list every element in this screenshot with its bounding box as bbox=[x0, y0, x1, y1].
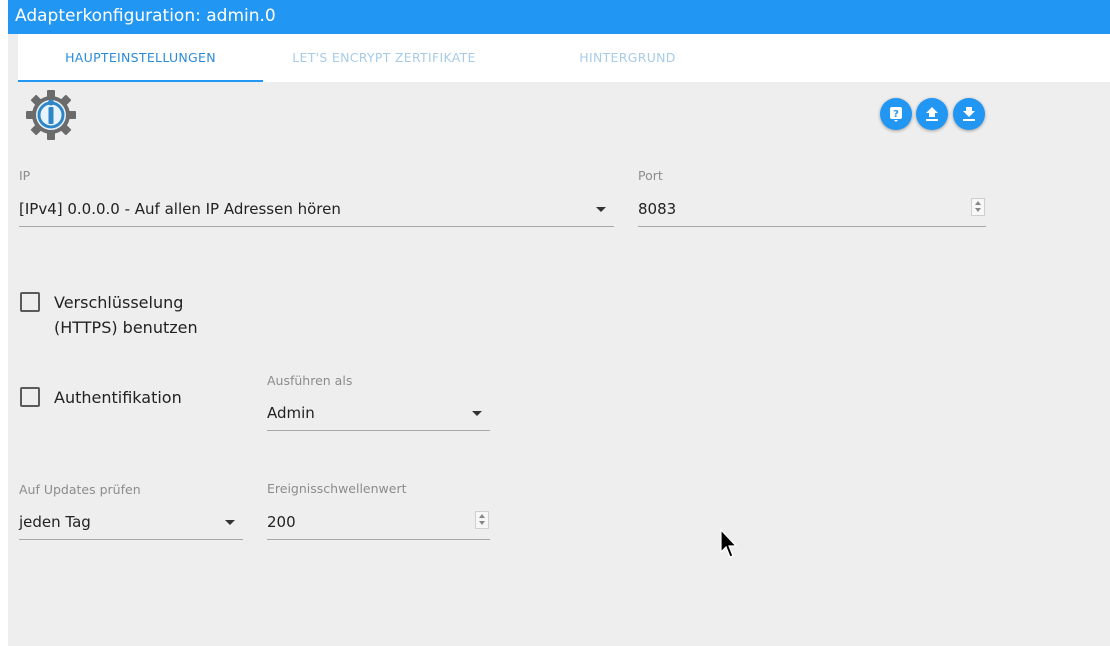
chevron-down-icon bbox=[472, 411, 482, 416]
upload-button[interactable] bbox=[916, 98, 948, 130]
updates-label: Auf Updates prüfen bbox=[19, 482, 141, 497]
chevron-down-icon bbox=[225, 520, 235, 525]
port-input[interactable]: 8083 bbox=[638, 196, 986, 227]
updates-select[interactable]: jeden Tag bbox=[19, 509, 243, 540]
run-as-label: Ausführen als bbox=[267, 373, 353, 388]
adapter-logo-icon bbox=[26, 90, 76, 140]
adapter-config-window: Adapterkonfiguration: admin.0 HAUPTEINST… bbox=[8, 0, 1110, 646]
active-tab-indicator bbox=[18, 80, 263, 82]
upload-icon bbox=[926, 107, 938, 121]
threshold-label: Ereignisschwellenwert bbox=[267, 481, 407, 496]
auth-checkbox-label: Authentifikation bbox=[54, 388, 182, 407]
chevron-down-icon bbox=[596, 207, 606, 212]
tab-hintergrund[interactable]: HINTERGRUND bbox=[505, 34, 750, 82]
download-button[interactable] bbox=[953, 98, 985, 130]
https-checkbox-label: Verschlüsselung (HTTPS) benutzen bbox=[54, 290, 198, 340]
mouse-cursor-icon bbox=[720, 529, 738, 558]
tab-haupteinstellungen[interactable]: HAUPTEINSTELLUNGEN bbox=[18, 34, 263, 82]
threshold-value: 200 bbox=[267, 513, 296, 531]
ip-select-value: [IPv4] 0.0.0.0 - Auf allen IP Adressen h… bbox=[19, 200, 341, 218]
threshold-stepper-icon[interactable] bbox=[475, 511, 489, 529]
svg-text:?: ? bbox=[893, 109, 899, 120]
threshold-input[interactable]: 200 bbox=[267, 509, 490, 540]
port-value: 8083 bbox=[638, 200, 677, 218]
help-icon: ? bbox=[890, 107, 902, 122]
https-label-line1: Verschlüsselung bbox=[54, 293, 184, 312]
tab-bar: HAUPTEINSTELLUNGEN LET'S ENCRYPT ZERTIFI… bbox=[18, 34, 1110, 82]
port-label: Port bbox=[638, 168, 663, 183]
updates-value: jeden Tag bbox=[19, 513, 91, 531]
tab-lets-encrypt[interactable]: LET'S ENCRYPT ZERTIFIKATE bbox=[263, 34, 505, 82]
title-bar: Adapterkonfiguration: admin.0 bbox=[8, 0, 1110, 34]
ip-select[interactable]: [IPv4] 0.0.0.0 - Auf allen IP Adressen h… bbox=[19, 196, 614, 227]
help-button[interactable]: ? bbox=[880, 98, 912, 130]
window-title: Adapterkonfiguration: admin.0 bbox=[15, 6, 276, 26]
auth-checkbox[interactable] bbox=[20, 387, 40, 407]
run-as-value: Admin bbox=[267, 404, 315, 422]
run-as-select[interactable]: Admin bbox=[267, 400, 490, 431]
ip-label: IP bbox=[19, 168, 31, 183]
https-checkbox[interactable] bbox=[20, 292, 40, 312]
download-icon bbox=[963, 107, 975, 121]
port-stepper-icon[interactable] bbox=[971, 198, 985, 216]
https-label-line2: (HTTPS) benutzen bbox=[54, 318, 198, 337]
